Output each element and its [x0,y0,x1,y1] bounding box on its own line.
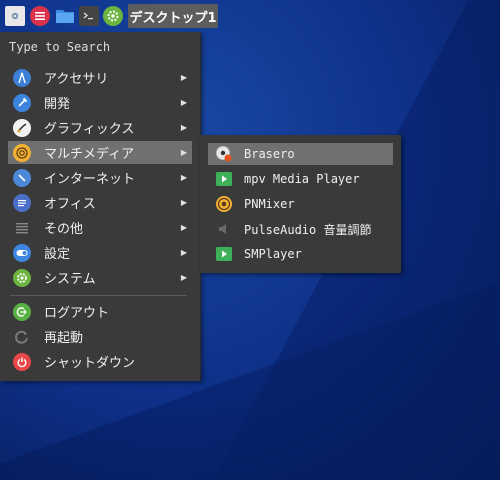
menu-item-internet[interactable]: インターネット ▶ [8,166,192,189]
submenu-item-pnmixer[interactable]: PNMixer [208,193,393,215]
submenu-arrow-icon: ▶ [180,223,187,232]
submenu-arrow-icon: ▶ [180,248,187,257]
submenu-item-label: PulseAudio 音量調節 [244,222,372,237]
folder-icon[interactable] [55,6,75,26]
submenu-item-label: Brasero [244,147,295,161]
menu-item-label: 開発 [44,97,71,112]
submenu-arrow-icon: ▶ [180,123,187,132]
menu-item-restart[interactable]: 再起動 [8,325,192,348]
other-icon [13,219,31,237]
search-input[interactable]: Type to Search [9,40,110,56]
submenu-arrow-icon: ▶ [180,73,187,82]
menu-item-label: オフィス [44,197,96,212]
restart-icon [13,328,31,346]
menu-item-label: アクセサリ [44,72,109,87]
logout-icon [13,302,31,321]
menu-item-label: ログアウト [44,306,110,321]
submenu-item-label: PNMixer [244,197,295,211]
submenu-item-label: SMPlayer [244,247,302,261]
submenu-arrow-icon: ▶ [180,148,187,157]
multimedia-submenu: Brasero mpv Media Player PNMixer PulseAu… [200,135,401,273]
settings-icon [13,243,31,262]
submenu-item-label: mpv Media Player [244,172,360,186]
application-menu: Type to Search アクセサリ ▶ 開発 ▶ グラフィックス ▶ マル… [0,32,201,381]
settings-icon[interactable] [5,6,25,26]
menu-icon[interactable] [30,6,50,26]
menu-item-label: 設定 [44,247,71,262]
menu-item-logout[interactable]: ログアウト [8,300,192,323]
menu-separator [10,295,187,296]
development-icon [13,93,31,112]
submenu-item-smplayer[interactable]: SMPlayer [208,243,393,265]
menu-item-label: システム [44,272,96,287]
shutdown-icon [13,352,31,371]
office-icon [13,193,31,212]
gear-icon[interactable] [103,6,123,26]
desktop-switch-button[interactable]: デスクトップ1 [128,4,218,28]
speaker-icon [215,221,233,237]
menu-item-label: グラフィックス [44,122,135,137]
accessories-icon [13,68,31,87]
graphics-icon [13,118,31,137]
smplayer-icon [215,246,233,262]
menu-item-label: マルチメディア [44,147,135,162]
submenu-arrow-icon: ▶ [180,98,187,107]
terminal-icon[interactable] [79,6,99,26]
menu-item-accessories[interactable]: アクセサリ ▶ [8,66,192,89]
submenu-item-pulseaudio[interactable]: PulseAudio 音量調節 [208,218,393,240]
submenu-arrow-icon: ▶ [180,273,187,282]
submenu-arrow-icon: ▶ [180,173,187,182]
system-icon [13,268,31,287]
multimedia-icon [13,143,31,162]
menu-item-label: その他 [44,222,84,237]
menu-item-graphics[interactable]: グラフィックス ▶ [8,116,192,139]
pnmixer-icon [215,196,233,212]
menu-item-label: 再起動 [44,331,84,346]
submenu-item-brasero[interactable]: Brasero [208,143,393,165]
menu-item-label: インターネット [44,172,136,187]
menu-item-system[interactable]: システム ▶ [8,266,192,289]
brasero-icon [215,145,233,162]
menu-item-other[interactable]: その他 ▶ [8,216,192,239]
menu-item-shutdown[interactable]: シャットダウン [8,350,192,373]
menu-item-settings[interactable]: 設定 ▶ [8,241,192,264]
submenu-item-mpv[interactable]: mpv Media Player [208,168,393,190]
menu-item-multimedia[interactable]: マルチメディア ▶ [8,141,192,164]
mpv-icon [215,171,233,187]
menu-item-label: シャットダウン [44,356,136,371]
internet-icon [13,168,31,187]
taskbar: デスクトップ1 [0,0,500,32]
menu-item-office[interactable]: オフィス ▶ [8,191,192,214]
menu-item-development[interactable]: 開発 ▶ [8,91,192,114]
submenu-arrow-icon: ▶ [180,198,187,207]
